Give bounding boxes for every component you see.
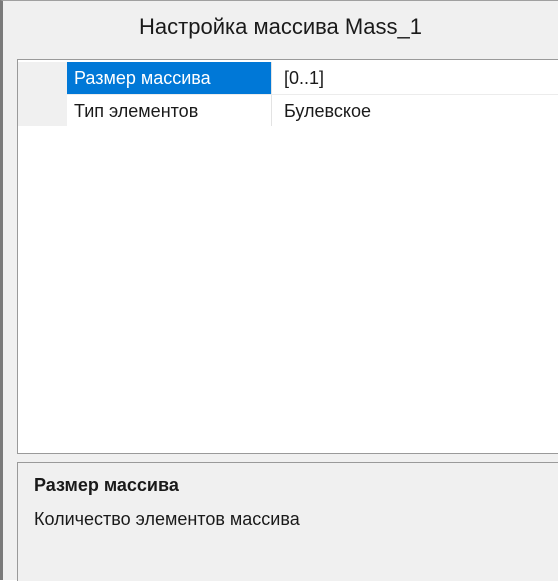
property-value-element-type[interactable]: Булевское <box>272 94 558 126</box>
description-title: Размер массива <box>34 475 179 495</box>
property-name-array-size[interactable]: Размер массива <box>67 62 272 94</box>
property-description-panel: Размер массива Количество элементов масс… <box>17 462 558 581</box>
property-row-element-type[interactable]: Тип элементов Булевское <box>18 94 558 126</box>
window-title: Настройка массива Mass_1 <box>139 14 422 39</box>
row-header[interactable] <box>18 94 67 126</box>
property-row-array-size[interactable]: Размер массива [0..1] <box>18 62 558 94</box>
property-value-array-size[interactable]: [0..1] <box>272 62 558 94</box>
description-text: Количество элементов массива <box>34 509 300 529</box>
array-settings-window: Настройка массива Mass_1 Размер массива … <box>0 0 558 581</box>
property-name-element-type[interactable]: Тип элементов <box>67 94 272 126</box>
row-header[interactable] <box>18 62 67 94</box>
property-grid[interactable]: Размер массива [0..1] Тип элементов Буле… <box>17 59 558 454</box>
